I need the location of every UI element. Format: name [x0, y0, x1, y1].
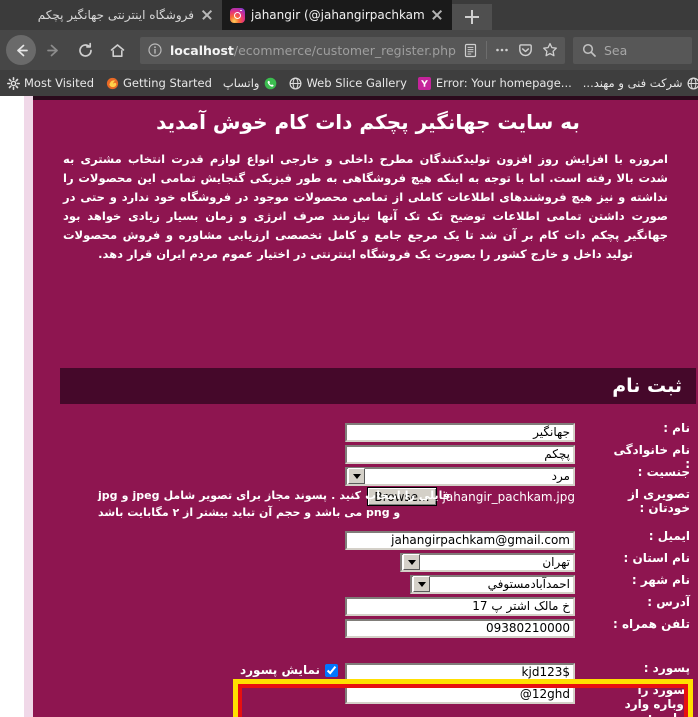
url-path: /ecommerce/customer_register.php	[233, 42, 456, 58]
reload-button[interactable]	[70, 35, 100, 65]
tab-title: فروشگاه اینترنتی جهانگیر پچکم	[37, 8, 194, 22]
address-input[interactable]	[345, 596, 575, 616]
tab-store[interactable]: فروشگاه اینترنتی جهانگیر پچکم	[0, 0, 222, 30]
tab-strip: فروشگاه اینترنتی جهانگیر پچکم jahangir (…	[0, 0, 698, 30]
section-title: ثبت نام	[612, 375, 682, 397]
instagram-icon	[230, 7, 245, 23]
gear-icon	[6, 76, 20, 90]
pocket-icon[interactable]	[517, 41, 535, 59]
close-icon[interactable]	[430, 8, 444, 22]
reader-view-icon[interactable]	[462, 41, 480, 59]
new-tab-button[interactable]	[452, 4, 492, 30]
page-title: به سایت جهانگیر پچکم دات کام خوش آمدید	[156, 110, 580, 134]
bookmark-engineering-company[interactable]: شرکت فنی و مهند...	[583, 76, 698, 90]
whatsapp-icon	[263, 76, 277, 90]
bookmark-error-homepage[interactable]: Error: Your homepage...	[418, 76, 572, 90]
yahoo-icon	[418, 76, 432, 90]
label-address: آدرس :	[647, 595, 690, 609]
label-email: ایمیل :	[648, 529, 690, 543]
password-confirm-input[interactable]	[345, 684, 575, 704]
form-row-last-name: نام خانوادگی :	[33, 443, 698, 471]
selected-filename: jahangir_pachkam.jpg	[442, 489, 575, 504]
globe-icon	[288, 76, 302, 90]
gender-select-wrapper[interactable]: مرد	[345, 465, 575, 486]
label-city: نام شهر :	[631, 573, 690, 587]
registration-form: نام : نام خانوادگی : جنسیت :	[33, 421, 698, 717]
first-name-input[interactable]	[345, 422, 575, 442]
page-top-rule	[33, 96, 698, 100]
form-row-spacer	[33, 639, 698, 660]
mobile-input[interactable]	[345, 618, 575, 638]
province-select-wrapper[interactable]: تهران	[400, 551, 575, 572]
form-row-address: آدرس :	[33, 595, 698, 616]
globe-icon	[687, 76, 698, 90]
label-password-confirm: پسورد را دوباره وارد نمایید :	[624, 683, 690, 717]
section-header: ثبت نام	[60, 368, 696, 404]
page-viewport: به سایت جهانگیر پچکم دات کام خوش آمدید ا…	[0, 96, 698, 717]
form-row-gender: جنسیت : مرد	[33, 465, 698, 486]
show-password-checkbox[interactable]	[325, 663, 338, 677]
email-input[interactable]	[345, 530, 575, 550]
show-password-label[interactable]: نمایش پسورد	[240, 663, 320, 677]
label-password: پسورد :	[643, 661, 690, 675]
bookmark-label: Web Slice Gallery	[306, 76, 407, 90]
city-select[interactable]: احمدآبادمستوفي	[410, 574, 575, 594]
page-left-margin	[0, 96, 33, 717]
label-province: نام استان :	[623, 551, 690, 565]
page-content: به سایت جهانگیر پچکم دات کام خوش آمدید ا…	[33, 96, 698, 717]
form-row-first-name: نام :	[33, 421, 698, 442]
bookmark-label: واتساپ	[222, 76, 260, 90]
page-actions-icon[interactable]	[493, 41, 511, 59]
city-select-wrapper[interactable]: احمدآبادمستوفي	[410, 573, 575, 594]
province-select[interactable]: تهران	[400, 552, 575, 572]
bookmarks-bar: Most Visited Getting Started واتساپ Web …	[0, 70, 698, 96]
form-row-password: پسورد : نمایش پسورد	[33, 661, 698, 682]
navigation-toolbar: localhost/ecommerce/customer_register.ph…	[0, 30, 698, 70]
bookmark-web-slice-gallery[interactable]: Web Slice Gallery	[288, 76, 407, 90]
bookmark-most-visited[interactable]: Most Visited	[6, 76, 94, 90]
home-button[interactable]	[102, 35, 132, 65]
form-row-mobile: تلفن همراه :	[33, 617, 698, 638]
form-row-password-confirm: پسورد را دوباره وارد نمایید :	[33, 683, 698, 717]
browser-window: فروشگاه اینترنتی جهانگیر پچکم jahangir (…	[0, 0, 698, 717]
tab-instagram[interactable]: jahangir (@jahangirpachkam) • Ins	[222, 0, 452, 30]
label-gender: جنسیت :	[637, 465, 690, 479]
bookmark-whatsapp[interactable]: واتساپ	[223, 76, 278, 90]
label-mobile: تلفن همراه :	[612, 617, 690, 631]
back-button[interactable]	[6, 35, 36, 65]
form-row-email: ایمیل :	[33, 529, 698, 550]
form-row-photo: تصویری از خودتان : Browse... jahangir_pa…	[33, 487, 698, 528]
info-icon[interactable]	[146, 41, 164, 59]
tab-title: jahangir (@jahangirpachkam) • Ins	[251, 8, 424, 22]
photo-help-line1: فایلی را انتخاب کنید . پسوند مجاز برای ت…	[121, 489, 450, 502]
intro-paragraph: امروزه با افزایش روز افزون تولیدکنندگان …	[63, 152, 668, 261]
form-row-city: نام شهر : احمدآبادمستوفي	[33, 573, 698, 594]
bookmark-label: Getting Started	[123, 76, 212, 90]
bookmark-label: Error: Your homepage...	[435, 76, 572, 90]
bookmark-getting-started[interactable]: Getting Started	[105, 76, 212, 90]
plus-icon	[465, 10, 479, 24]
form-row-province: نام استان : تهران	[33, 551, 698, 572]
address-bar[interactable]: localhost/ecommerce/customer_register.ph…	[140, 36, 565, 64]
gender-select[interactable]: مرد	[345, 466, 575, 486]
label-first-name: نام :	[663, 421, 690, 435]
photo-help-text: فایلی را انتخاب کنید . پسوند مجاز برای ت…	[98, 487, 450, 521]
label-photo: تصویری از خودتان :	[627, 487, 690, 515]
url-host: localhost	[170, 42, 234, 58]
bookmark-label: شرکت فنی و مهند...	[582, 76, 683, 90]
password-input[interactable]	[345, 662, 575, 682]
bookmark-label: Most Visited	[24, 76, 94, 90]
url-text: localhost/ecommerce/customer_register.ph…	[170, 43, 456, 58]
search-bar[interactable]: Sea	[572, 36, 692, 64]
search-input[interactable]: Sea	[604, 43, 627, 58]
forward-button[interactable]	[38, 35, 68, 65]
search-icon	[580, 41, 598, 59]
toolbar-divider	[485, 41, 487, 59]
show-password-control[interactable]: نمایش پسورد	[53, 663, 338, 677]
close-icon[interactable]	[200, 8, 214, 22]
star-icon[interactable]	[541, 41, 559, 59]
firefox-icon	[105, 76, 119, 90]
last-name-input[interactable]	[345, 444, 575, 464]
